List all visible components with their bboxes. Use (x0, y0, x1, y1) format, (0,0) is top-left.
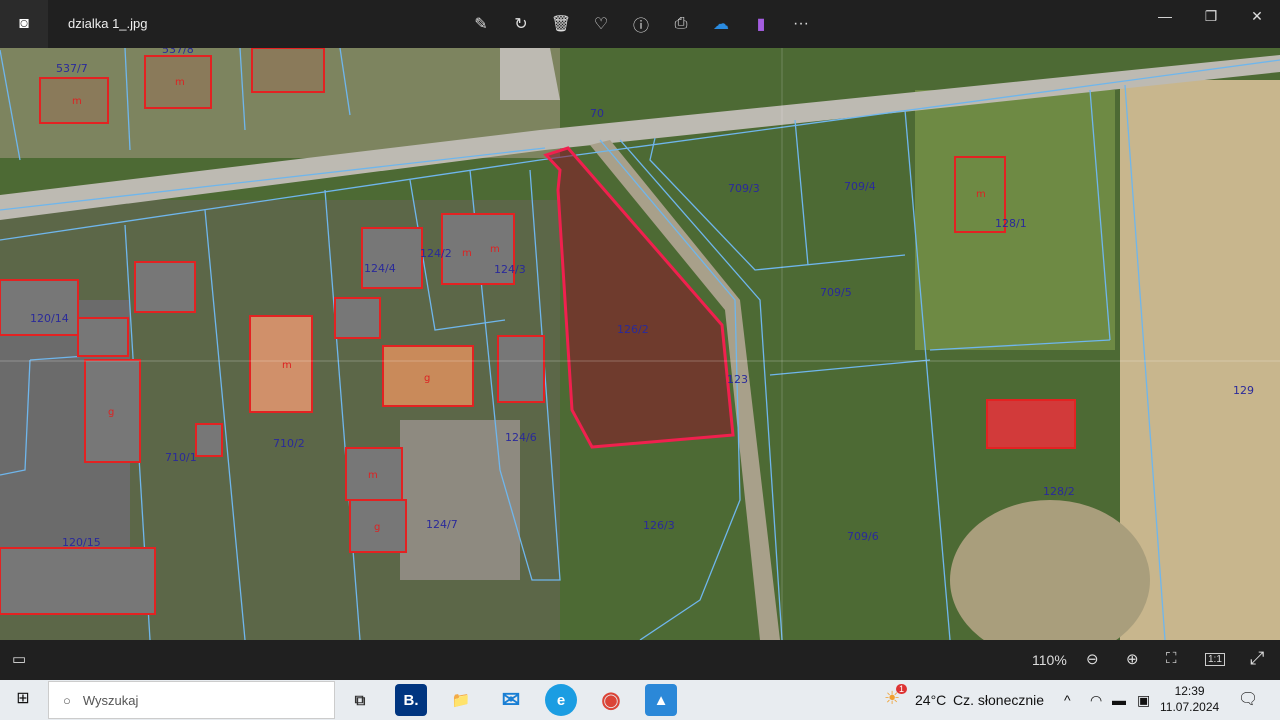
building-label: m (175, 77, 185, 88)
clock[interactable]: 12:39 11.07.2024 (1160, 683, 1219, 715)
favorite-icon[interactable]: ♡ (588, 12, 614, 36)
parcel-label: 124/6 (505, 431, 537, 444)
gravel-yard (400, 420, 520, 580)
building-label: m (72, 96, 82, 107)
parcel-map-image: 537/7 537/8 70 709/3 709/4 709/5 709/6 1… (0, 48, 1280, 640)
taskbar-app-edge[interactable]: e (545, 684, 577, 716)
building-label: m (282, 360, 292, 371)
notifications-icon[interactable]: 🗨 (1238, 689, 1258, 709)
taskbar-app-booking[interactable]: B. (395, 684, 427, 716)
building-label: g (374, 522, 380, 533)
fullscreen-icon[interactable]: ⤢ (1250, 648, 1264, 669)
weather-desc[interactable]: Cz. słonecznie (953, 692, 1044, 708)
parcel-label: 126/2 (617, 323, 649, 336)
building-label: m (368, 470, 378, 481)
filmstrip-icon[interactable]: ▭ (12, 650, 26, 668)
wifi-icon[interactable]: ◠ (1090, 692, 1102, 709)
date: 11.07.2024 (1160, 700, 1220, 714)
zoom-in-icon[interactable]: ⊕ (1126, 650, 1139, 668)
taskbar: ⊞ ○ Wyszukaj ⧉ B. 📁 ✉ e ◉ ▲ ☀ 1 24°C Cz. … (0, 680, 1280, 720)
parcel-label: 128/2 (1043, 485, 1075, 498)
building-label: m (490, 244, 500, 255)
building-label: g (424, 373, 430, 384)
parcel-label: 123 (727, 373, 748, 386)
fit-to-window-icon[interactable]: ⛶ (1166, 650, 1177, 667)
parcel-label: 124/7 (426, 518, 458, 531)
parcel-label: 709/3 (728, 182, 760, 195)
more-options-icon[interactable]: ··· (788, 12, 814, 36)
zoom-level: 110% (1032, 652, 1067, 668)
search-placeholder: Wyszukaj (82, 692, 139, 708)
maximize-button[interactable]: ❐ (1196, 8, 1226, 25)
parcel-label: 709/4 (844, 180, 876, 193)
parcel-label: 126/3 (643, 519, 675, 532)
onedrive-icon[interactable]: ☁ (708, 12, 734, 36)
building-label: g (108, 407, 114, 418)
edit-image-icon[interactable]: ✎ (468, 12, 494, 36)
road-north (500, 48, 560, 100)
info-icon[interactable]: ⓘ (628, 12, 654, 36)
window-title: dzialka 1_.jpg (68, 16, 148, 31)
minimize-button[interactable]: — (1150, 8, 1180, 24)
parcel-label: 710/2 (273, 437, 305, 450)
building-label: m (976, 189, 986, 200)
parcel-label: 70 (590, 107, 604, 120)
parcel-label: 120/14 (30, 312, 69, 325)
parcel-label: 709/6 (847, 530, 879, 543)
taskbar-search[interactable]: ○ Wyszukaj (48, 681, 335, 719)
taskbar-app-mail[interactable]: ✉ (495, 684, 527, 716)
taskbar-app-file-explorer[interactable]: 📁 (445, 684, 477, 716)
parcel-label: 124/3 (494, 263, 526, 276)
parcel-label: 710/1 (165, 451, 197, 464)
battery-icon[interactable]: ▬ (1112, 692, 1126, 708)
parcel-label: 709/5 (820, 286, 852, 299)
building-label: m (462, 248, 472, 259)
search-icon: ○ (63, 692, 71, 708)
actual-size-icon[interactable]: 1:1 (1205, 653, 1225, 666)
taskbar-app-chrome[interactable]: ◉ (595, 684, 627, 716)
photos-app-icon[interactable]: ◙ (0, 0, 48, 48)
parcel-label: 124/4 (364, 262, 396, 275)
weather-temp[interactable]: 24°C (915, 692, 946, 708)
weather-badge: 1 (896, 684, 908, 694)
weather-icon[interactable]: ☀ 1 (884, 684, 908, 709)
parcel-label: 537/8 (162, 48, 194, 56)
delete-icon[interactable]: 🗑 (548, 12, 574, 36)
title-bar: ◙ dzialka 1_.jpg ✎ ↻ 🗑 ♡ ⓘ ⎙ ☁ ▮ ··· — ❐… (0, 0, 1280, 48)
image-canvas[interactable]: 537/7 537/8 70 709/3 709/4 709/5 709/6 1… (0, 48, 1280, 640)
parcel-label: 124/2 (420, 247, 452, 260)
rotate-icon[interactable]: ↻ (508, 12, 534, 36)
task-view-icon[interactable]: ⧉ (344, 684, 376, 716)
viewer-bottom-bar: ▭ 110% ⊖ ⊕ ⛶ 1:1 ⤢ (0, 640, 1280, 680)
parcel-label: 128/1 (995, 217, 1027, 230)
close-button[interactable]: ✕ (1242, 8, 1272, 25)
show-hidden-icons-chevron[interactable]: ^ (1064, 692, 1071, 708)
time: 12:39 (1174, 684, 1205, 698)
security-icon[interactable]: ▣ (1137, 692, 1150, 709)
clipchamp-icon[interactable]: ▮ (748, 12, 774, 36)
print-icon[interactable]: ⎙ (668, 12, 694, 36)
start-button[interactable]: ⊞ (8, 688, 38, 712)
zoom-out-icon[interactable]: ⊖ (1086, 650, 1099, 668)
parcel-label: 129 (1233, 384, 1254, 397)
parcel-label: 120/15 (62, 536, 101, 549)
taskbar-app-photos[interactable]: ▲ (645, 684, 677, 716)
parcel-label: 537/7 (56, 62, 88, 75)
